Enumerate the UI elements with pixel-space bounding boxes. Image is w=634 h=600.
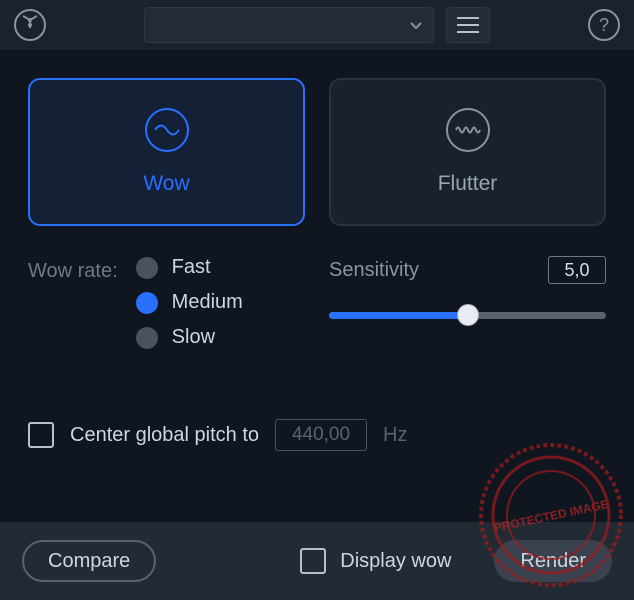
sensitivity-slider[interactable]: [329, 308, 606, 322]
preset-dropdown[interactable]: [144, 7, 434, 43]
pitch-row: Center global pitch to 440,00 Hz: [28, 419, 606, 451]
rate-option-medium[interactable]: Medium: [136, 291, 243, 314]
menu-button[interactable]: [446, 7, 490, 43]
flutter-wave-icon: [446, 108, 490, 152]
rate-radio-group: Fast Medium Slow: [136, 256, 243, 349]
pitch-unit: Hz: [383, 424, 407, 447]
compare-button[interactable]: Compare: [22, 540, 156, 582]
rate-option-label: Fast: [172, 256, 211, 279]
footer-bar: Compare Display wow Render: [0, 522, 634, 600]
chevron-down-icon: [409, 18, 423, 32]
slider-thumb[interactable]: [457, 304, 479, 326]
controls-row: Wow rate: Fast Medium Slow Sensitivity: [28, 256, 606, 349]
rate-option-label: Medium: [172, 291, 243, 314]
display-wow-label: Display wow: [340, 550, 451, 573]
mode-label-flutter: Flutter: [438, 172, 498, 196]
pitch-value-field[interactable]: 440,00: [275, 419, 367, 451]
help-button[interactable]: ?: [588, 9, 620, 41]
display-wow-checkbox[interactable]: [300, 548, 326, 574]
pitch-label: Center global pitch to: [70, 424, 259, 447]
mode-tab-flutter[interactable]: Flutter: [329, 78, 606, 226]
display-wow-group: Display wow: [300, 548, 451, 574]
radio-icon: [136, 257, 158, 279]
sensitivity-group: Sensitivity 5,0: [329, 256, 606, 349]
mode-tab-wow[interactable]: Wow: [28, 78, 305, 226]
slider-fill: [329, 312, 468, 319]
rate-option-slow[interactable]: Slow: [136, 326, 243, 349]
rate-group: Wow rate: Fast Medium Slow: [28, 256, 305, 349]
mode-label-wow: Wow: [143, 172, 189, 196]
rate-option-fast[interactable]: Fast: [136, 256, 243, 279]
sensitivity-label: Sensitivity: [329, 259, 419, 282]
radio-icon: [136, 327, 158, 349]
sensitivity-value-field[interactable]: 5,0: [548, 256, 606, 284]
render-button[interactable]: Render: [494, 540, 612, 582]
rate-label: Wow rate:: [28, 256, 118, 349]
top-bar: ?: [0, 0, 634, 50]
pitch-checkbox[interactable]: [28, 422, 54, 448]
radio-icon: [136, 292, 158, 314]
mode-tabs: Wow Flutter: [28, 78, 606, 226]
main-panel: Wow Flutter Wow rate: Fast Medium: [0, 50, 634, 471]
wow-wave-icon: [145, 108, 189, 152]
app-logo-icon[interactable]: [14, 9, 46, 41]
rate-option-label: Slow: [172, 326, 215, 349]
